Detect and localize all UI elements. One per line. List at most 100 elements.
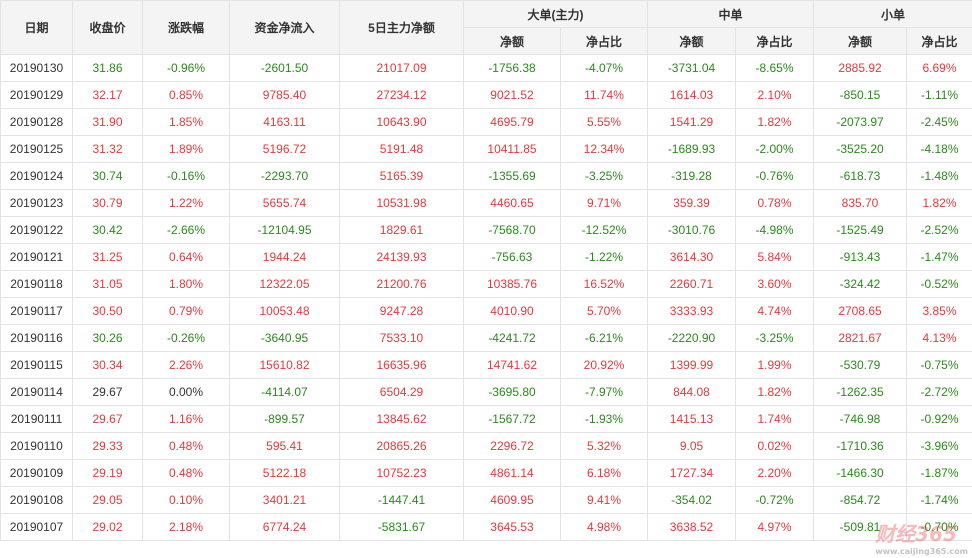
fund-flow-table: 日期 收盘价 涨跌幅 资金净流入 5日主力净额 大单(主力) 中单 小单 净额 … bbox=[0, 0, 972, 541]
cell-netflow: -899.57 bbox=[229, 405, 340, 433]
header-change[interactable]: 涨跌幅 bbox=[142, 0, 230, 55]
header-small-net[interactable]: 净额 bbox=[813, 27, 908, 55]
cell-main5d: 6504.29 bbox=[339, 378, 464, 406]
cell-l-ratio: -7.97% bbox=[560, 378, 648, 406]
table-row[interactable]: 20190116 30.26 -0.26% -3640.95 7533.10 -4241.… bbox=[0, 324, 972, 352]
cell-main5d: -1447.41 bbox=[339, 486, 464, 514]
cell-date: 20190123 bbox=[0, 189, 73, 217]
cell-close: 32.17 bbox=[72, 81, 143, 109]
table-row[interactable]: 20190121 31.25 0.64% 1944.24 24139.93 -756.63… bbox=[0, 243, 972, 271]
cell-m-net: 1727.34 bbox=[647, 459, 736, 487]
cell-netflow: 5122.18 bbox=[229, 459, 340, 487]
cell-netflow: 15610.82 bbox=[229, 351, 340, 379]
cell-m-ratio: 1.82% bbox=[734, 108, 815, 136]
cell-m-net: -354.02 bbox=[647, 486, 736, 514]
table-row[interactable]: 20190122 30.42 -2.66% -12104.95 1829.61 -7568… bbox=[0, 216, 972, 244]
table-row[interactable]: 20190108 29.05 0.10% 3401.21 -1447.41 4609.95… bbox=[0, 486, 972, 514]
header-main5d[interactable]: 5日主力净额 bbox=[339, 0, 464, 55]
cell-m-ratio: 1.99% bbox=[734, 351, 815, 379]
cell-main5d: 10752.23 bbox=[339, 459, 464, 487]
cell-s-net: -2073.97 bbox=[813, 108, 908, 136]
cell-change: 0.00% bbox=[142, 378, 230, 406]
cell-l-net: 4695.79 bbox=[463, 108, 561, 136]
cell-l-ratio: -4.07% bbox=[560, 54, 648, 82]
cell-s-ratio: -3.96% bbox=[906, 432, 972, 460]
cell-l-ratio: 11.74% bbox=[560, 81, 648, 109]
cell-s-ratio: -0.52% bbox=[906, 270, 972, 298]
cell-m-ratio: -3.25% bbox=[734, 324, 815, 352]
table-row[interactable]: 20190115 30.34 2.26% 15610.82 16635.96 14741.… bbox=[0, 351, 972, 379]
cell-change: 0.48% bbox=[142, 432, 230, 460]
cell-date: 20190115 bbox=[0, 351, 73, 379]
table-row[interactable]: 20190118 31.05 1.80% 12322.05 21200.76 10385.… bbox=[0, 270, 972, 298]
cell-main5d: 21017.09 bbox=[339, 54, 464, 82]
cell-s-ratio: -2.72% bbox=[906, 378, 972, 406]
cell-change: -0.16% bbox=[142, 162, 230, 190]
cell-m-ratio: 3.60% bbox=[734, 270, 815, 298]
header-medium: 中单 bbox=[646, 0, 815, 28]
table-row[interactable]: 20190114 29.67 0.00% -4114.07 6504.29 -3695.8… bbox=[0, 378, 972, 406]
cell-s-ratio: -4.18% bbox=[906, 135, 972, 163]
cell-netflow: -2293.70 bbox=[229, 162, 340, 190]
cell-change: -0.26% bbox=[142, 324, 230, 352]
cell-netflow: 6774.24 bbox=[229, 513, 340, 541]
cell-close: 30.79 bbox=[72, 189, 143, 217]
cell-s-net: -618.73 bbox=[813, 162, 908, 190]
cell-m-ratio: 2.20% bbox=[734, 459, 815, 487]
cell-date: 20190110 bbox=[0, 432, 73, 460]
table-row[interactable]: 20190124 30.74 -0.16% -2293.70 5165.39 -1355.… bbox=[0, 162, 972, 190]
table-row[interactable]: 20190117 30.50 0.79% 10053.48 9247.28 4010.90… bbox=[0, 297, 972, 325]
watermark-brand: 财经365 bbox=[875, 522, 957, 546]
cell-date: 20190129 bbox=[0, 81, 73, 109]
cell-netflow: 3401.21 bbox=[229, 486, 340, 514]
cell-close: 30.34 bbox=[72, 351, 143, 379]
cell-close: 29.33 bbox=[72, 432, 143, 460]
cell-date: 20190122 bbox=[0, 216, 73, 244]
cell-netflow: 595.41 bbox=[229, 432, 340, 460]
table-row[interactable]: 20190111 29.67 1.16% -899.57 13845.62 -1567.7… bbox=[0, 405, 972, 433]
cell-main5d: -5831.67 bbox=[339, 513, 464, 541]
header-large-ratio[interactable]: 净占比 bbox=[560, 27, 648, 55]
cell-s-ratio: 6.69% bbox=[906, 54, 972, 82]
header-close[interactable]: 收盘价 bbox=[72, 0, 143, 55]
cell-l-net: 3645.53 bbox=[463, 513, 561, 541]
cell-s-net: 835.70 bbox=[813, 189, 908, 217]
cell-l-net: 10385.76 bbox=[463, 270, 561, 298]
header-netflow[interactable]: 资金净流入 bbox=[229, 0, 340, 55]
cell-close: 30.26 bbox=[72, 324, 143, 352]
cell-s-ratio: -0.92% bbox=[906, 405, 972, 433]
cell-s-ratio: 1.82% bbox=[906, 189, 972, 217]
table-row[interactable]: 20190109 29.19 0.48% 5122.18 10752.23 4861.14… bbox=[0, 459, 972, 487]
cell-l-ratio: 5.32% bbox=[560, 432, 648, 460]
cell-date: 20190111 bbox=[0, 405, 73, 433]
cell-s-ratio: -2.52% bbox=[906, 216, 972, 244]
cell-l-ratio: 12.34% bbox=[560, 135, 648, 163]
cell-netflow: 5655.74 bbox=[229, 189, 340, 217]
cell-l-net: -7568.70 bbox=[463, 216, 561, 244]
table-row[interactable]: 20190130 31.86 -0.96% -2601.50 21017.09 -1756… bbox=[0, 54, 972, 82]
table-body: 20190130 31.86 -0.96% -2601.50 21017.09 -1756… bbox=[0, 54, 972, 541]
cell-close: 29.02 bbox=[72, 513, 143, 541]
table-row[interactable]: 20190128 31.90 1.85% 4163.11 10643.90 4695.79… bbox=[0, 108, 972, 136]
header-medium-ratio[interactable]: 净占比 bbox=[734, 27, 815, 55]
cell-main5d: 5191.48 bbox=[339, 135, 464, 163]
cell-change: 1.89% bbox=[142, 135, 230, 163]
cell-s-ratio: -0.75% bbox=[906, 351, 972, 379]
header-large-net[interactable]: 净额 bbox=[463, 27, 561, 55]
table-row[interactable]: 20190107 29.02 2.18% 6774.24 -5831.67 3645.53… bbox=[0, 513, 972, 541]
cell-netflow: 4163.11 bbox=[229, 108, 340, 136]
cell-s-net: -746.98 bbox=[813, 405, 908, 433]
cell-main5d: 10531.98 bbox=[339, 189, 464, 217]
header-medium-net[interactable]: 净额 bbox=[647, 27, 736, 55]
cell-change: 0.64% bbox=[142, 243, 230, 271]
cell-main5d: 20865.26 bbox=[339, 432, 464, 460]
header-date[interactable]: 日期 bbox=[0, 0, 73, 55]
table-row[interactable]: 20190129 32.17 0.85% 9785.40 27234.12 9021.52… bbox=[0, 81, 972, 109]
table-row[interactable]: 20190123 30.79 1.22% 5655.74 10531.98 4460.65… bbox=[0, 189, 972, 217]
table-row[interactable]: 20190110 29.33 0.48% 595.41 20865.26 2296.72 5… bbox=[0, 432, 972, 460]
cell-m-ratio: 4.74% bbox=[734, 297, 815, 325]
table-row[interactable]: 20190125 31.32 1.89% 5196.72 5191.48 10411.85… bbox=[0, 135, 972, 163]
cell-m-net: 3333.93 bbox=[647, 297, 736, 325]
cell-l-ratio: 20.92% bbox=[560, 351, 648, 379]
header-small-ratio[interactable]: 净占比 bbox=[906, 27, 972, 55]
